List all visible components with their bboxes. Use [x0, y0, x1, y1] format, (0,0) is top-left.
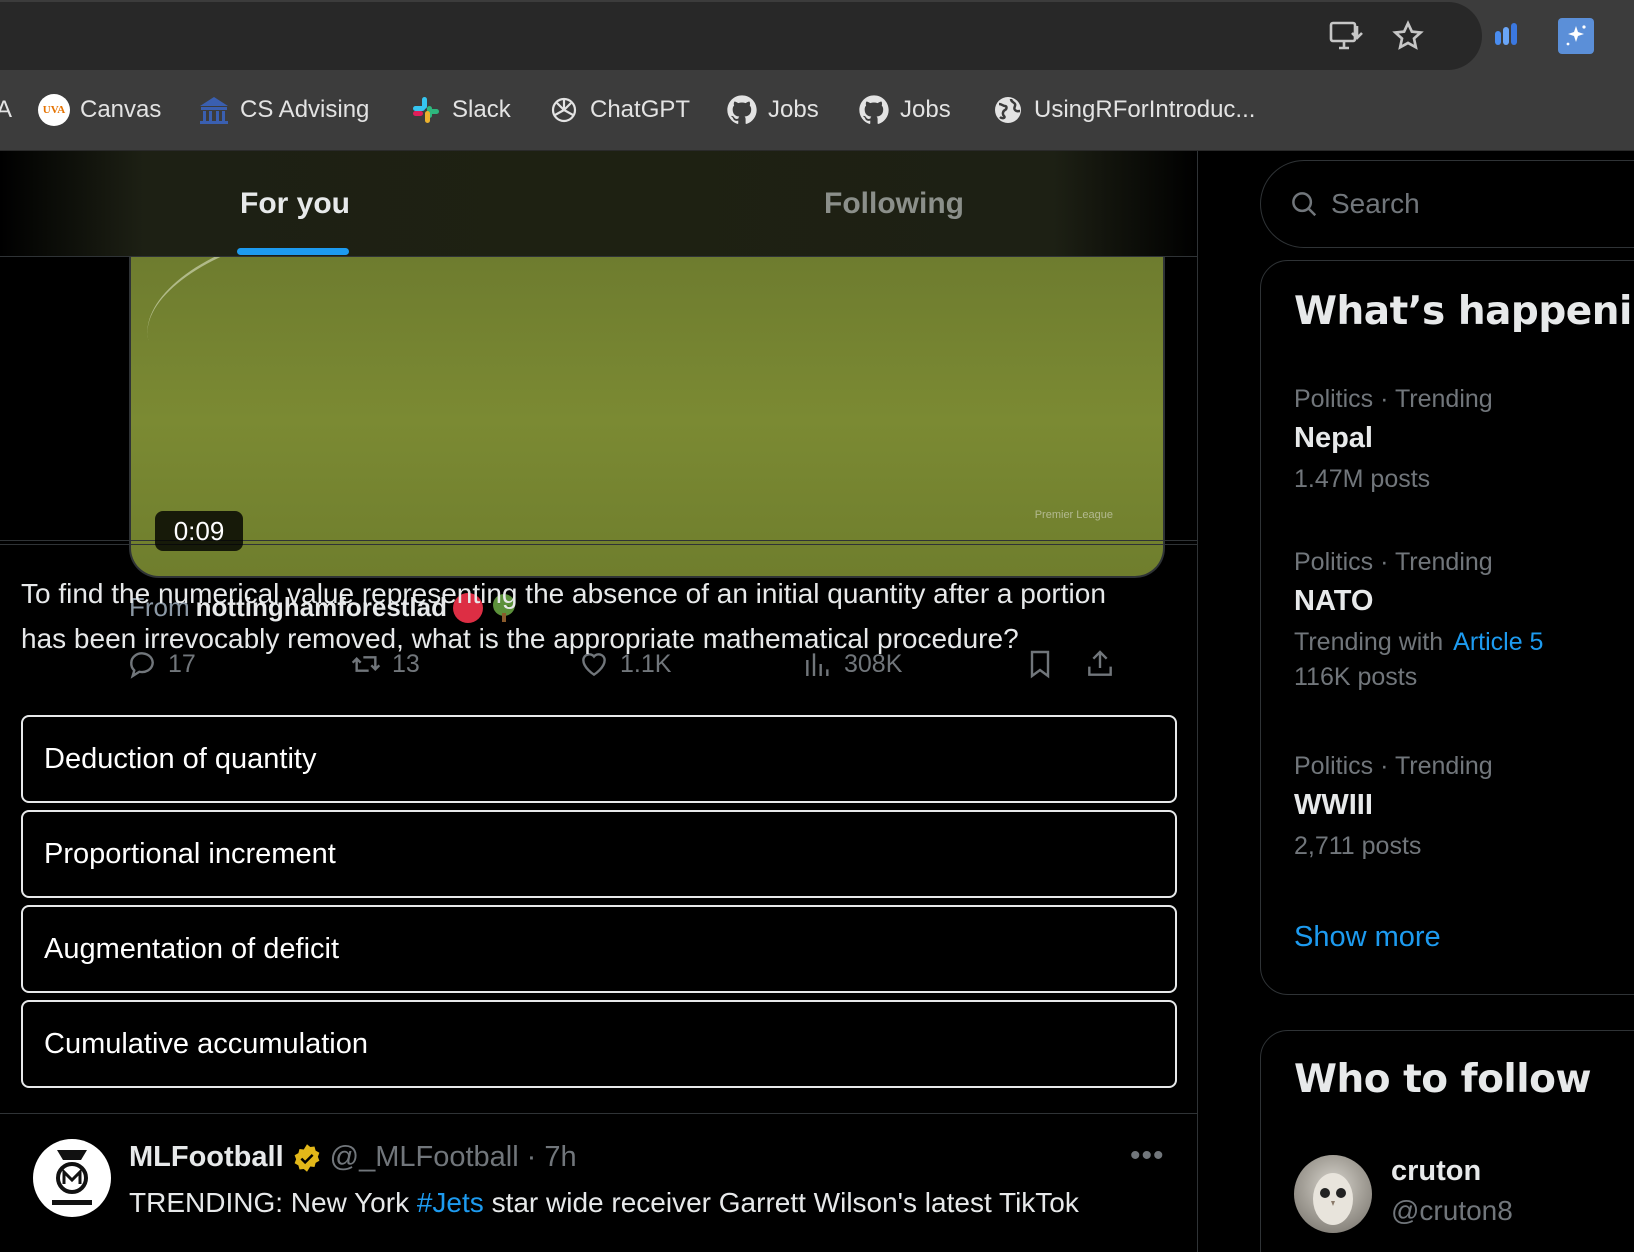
tweet-text-part: TRENDING: New York [129, 1187, 417, 1218]
bookmark-star-icon[interactable] [1388, 16, 1428, 56]
search-input[interactable]: Search [1260, 160, 1634, 248]
show-more-link[interactable]: Show more [1294, 921, 1441, 954]
bookmark-label: ChatGPT [590, 96, 691, 123]
uva-badge-text: UVA [42, 104, 66, 116]
whats-happening-panel: What’s happening Politics · Trending Nep… [1260, 260, 1634, 995]
tweet-time: · 7h [526, 1141, 577, 1173]
trend-context: Trending with Article 5 [1294, 628, 1634, 657]
quiz-option[interactable]: Deduction of quantity [21, 715, 1177, 803]
bookmark-canvas[interactable]: UVA Canvas [38, 90, 161, 130]
avatar[interactable] [1294, 1155, 1372, 1233]
bookmark-label: Jobs [768, 96, 819, 123]
hashtag-link[interactable]: #Jets [417, 1187, 484, 1218]
video-duration-badge: 0:09 [155, 511, 243, 551]
trend-item[interactable]: Politics · Trending WWIII 2,711 posts [1294, 752, 1634, 861]
trend-category: Politics · Trending [1294, 385, 1493, 413]
trend-category: Politics · Trending [1294, 752, 1493, 780]
tweet-text: TRENDING: New York #Jets star wide recei… [129, 1187, 1079, 1219]
quiz-question: To find the numerical value representing… [21, 578, 1106, 654]
mlfootball-logo-icon [52, 1150, 92, 1205]
quiz-option[interactable]: Proportional increment [21, 810, 1177, 898]
timeline-tabs: For you Following [0, 151, 1197, 257]
follow-user-name[interactable]: cruton [1391, 1155, 1481, 1188]
trend-name: NATO [1294, 585, 1374, 617]
bookmark-label: Slack [452, 96, 511, 123]
tweet-author: MLFootball @_MLFootball · 7h [129, 1141, 577, 1174]
tweet[interactable]: MLFootball @_MLFootball · 7h ••• TRENDIN… [0, 1115, 1197, 1218]
bookmark-partial[interactable]: A [0, 90, 12, 130]
bookmark-chatgpt[interactable]: ChatGPT [548, 90, 690, 130]
trending-with-label: Trending with [1294, 628, 1444, 656]
trend-post-count: 1.47M posts [1294, 465, 1431, 493]
owl-avatar-icon [1313, 1173, 1353, 1225]
github-icon [726, 94, 758, 126]
trend-post-count: 116K posts [1294, 663, 1418, 691]
active-tab-indicator [237, 248, 349, 255]
more-options-icon[interactable]: ••• [1130, 1139, 1165, 1173]
building-icon [198, 94, 230, 126]
bookmark-label: Canvas [80, 96, 162, 123]
trend-name: WWIII [1294, 789, 1373, 821]
address-bar[interactable] [0, 2, 1482, 70]
tab-for-you[interactable]: For you [240, 187, 350, 221]
bookmark-usingr[interactable]: UsingRForIntroduc... [992, 90, 1255, 130]
trend-posts: 116K posts [1294, 663, 1634, 692]
divider [0, 1113, 1197, 1114]
bookmark-jobs-1[interactable]: Jobs [726, 90, 819, 130]
who-to-follow-panel: Who to follow cruton @cruton8 [1260, 1030, 1634, 1252]
bookmark-cs-advising[interactable]: CS Advising [198, 90, 369, 130]
uva-icon: UVA [38, 94, 70, 126]
quiz-option[interactable]: Augmentation of deficit [21, 905, 1177, 993]
quiz-option[interactable]: Cumulative accumulation [21, 1000, 1177, 1088]
bookmark-slack[interactable]: Slack [410, 90, 511, 130]
slack-icon [410, 94, 442, 126]
browser-toolbar [0, 0, 1634, 70]
extension-icon[interactable] [1486, 16, 1526, 56]
tab-following[interactable]: Following [824, 187, 964, 221]
search-icon [1292, 192, 1317, 217]
avatar[interactable] [33, 1139, 111, 1217]
panel-title: What’s happening [1294, 289, 1634, 334]
trend-category: Politics · Trending [1294, 548, 1493, 576]
verified-badge-icon [294, 1143, 320, 1172]
author-handle[interactable]: @_MLFootball [330, 1141, 519, 1174]
trend-posts: 2,711 posts [1294, 832, 1634, 861]
trend-item[interactable]: Politics · Trending NATO Trending with A… [1294, 548, 1634, 692]
bookmark-label: UsingRForIntroduc... [1034, 96, 1256, 123]
bookmark-label: A [0, 96, 13, 123]
author-name[interactable]: MLFootball [129, 1141, 284, 1174]
bookmarks-bar: A UVA Canvas CS Advising Slack ChatGPT J… [0, 70, 1634, 151]
follow-user-handle: @cruton8 [1391, 1195, 1513, 1226]
trend-item[interactable]: Politics · Trending Nepal 1.47M posts [1294, 385, 1634, 494]
timeline-column: For you Following Premier League 0:09 Fr… [0, 151, 1198, 1252]
bookmark-label: Jobs [900, 96, 951, 123]
search-placeholder: Search [1331, 188, 1420, 219]
install-app-icon[interactable] [1326, 16, 1366, 56]
video-watermark: Premier League [1034, 509, 1113, 521]
trend-post-count: 2,711 posts [1294, 832, 1422, 860]
bookmark-jobs-2[interactable]: Jobs [858, 90, 951, 130]
bookmark-label: CS Advising [240, 96, 370, 123]
trend-posts: 1.47M posts [1294, 465, 1634, 494]
extension-sparkle-icon[interactable] [1558, 18, 1594, 54]
video-player[interactable]: Premier League [129, 231, 1165, 578]
globe-icon [992, 94, 1024, 126]
github-icon [858, 94, 890, 126]
trend-related-link[interactable]: Article 5 [1453, 628, 1543, 657]
panel-title: Who to follow [1294, 1057, 1592, 1102]
openai-icon [548, 94, 580, 126]
tweet-text-part: star wide receiver Garrett Wilson's late… [483, 1187, 1079, 1218]
trend-name: Nepal [1294, 422, 1373, 454]
